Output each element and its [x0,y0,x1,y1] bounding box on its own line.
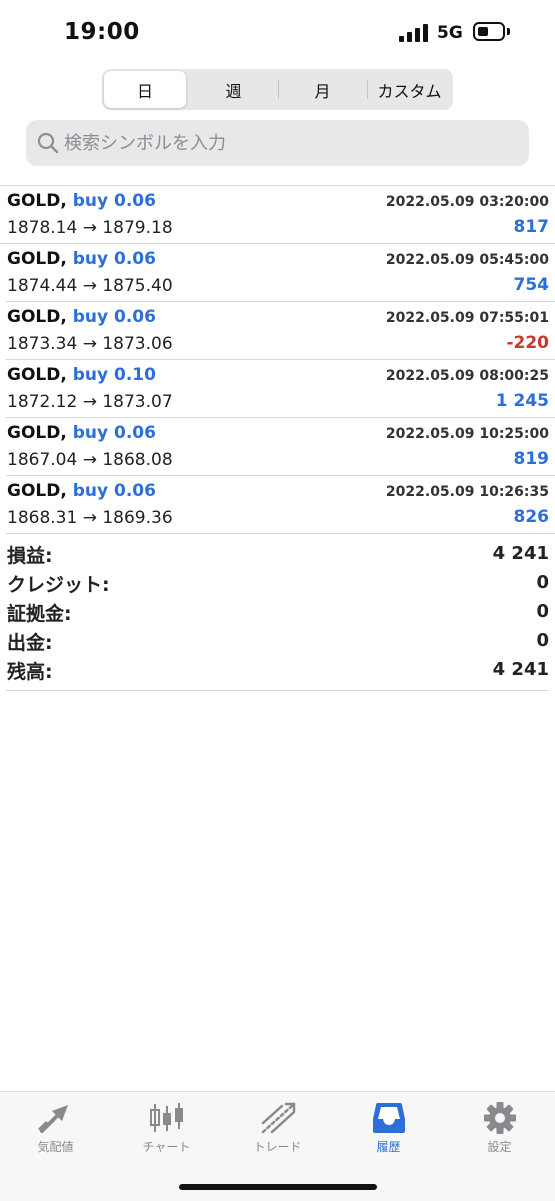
trade-symbol: GOLD, [7,307,67,327]
tab-quotes[interactable]: 気配値 [0,1092,111,1164]
summary-value: 4 241 [492,659,549,680]
search-icon [37,132,59,154]
tab-label: 履歴 [376,1140,401,1154]
summary-value: 0 [536,630,549,651]
trade-row[interactable]: GOLD, buy 0.06 2022.05.09 05:45:00 1874.… [6,244,555,302]
trade-symbol: GOLD, [7,365,67,385]
trade-prices: 1872.12 → 1873.07 [7,392,173,412]
trade-prices: 1867.04 → 1868.08 [7,450,173,470]
tab-label: チャート [142,1140,191,1154]
summary-label: 出金: [7,632,53,654]
gear-icon [484,1102,516,1134]
trade-history-list: GOLD, buy 0.06 2022.05.09 03:20:00 1878.… [0,185,555,534]
trade-datetime: 2022.05.09 10:25:00 [385,426,549,442]
summary-profit-row: 損益: 4 241 [6,538,549,567]
summary-label: 損益: [7,545,53,567]
search-input[interactable] [64,120,514,166]
trade-icon [261,1102,296,1134]
trade-prices: 1878.14 → 1879.18 [7,218,173,238]
trade-prices: 1874.44 → 1875.40 [7,276,173,296]
trade-direction: buy 0.06 [72,307,156,327]
trade-profit: 754 [513,275,550,295]
trade-direction: buy 0.06 [72,423,156,443]
segment-custom[interactable]: カスタム [368,71,451,108]
summary-value: 0 [536,601,549,622]
trade-datetime: 2022.05.09 05:45:00 [385,252,549,268]
history-inbox-icon [373,1103,405,1133]
trade-profit: 817 [513,217,550,237]
trade-direction: buy 0.06 [72,249,156,269]
trade-prices: 1873.34 → 1873.06 [7,334,173,354]
summary-margin-row: 証拠金: 0 [6,596,549,625]
quotes-icon [38,1105,68,1133]
trade-direction: buy 0.10 [72,365,156,385]
summary-label: クレジット: [7,574,110,596]
trade-prices: 1868.31 → 1869.36 [7,508,173,528]
tab-label: 設定 [487,1140,512,1154]
status-time: 19:00 [64,19,140,45]
segment-day[interactable]: 日 [104,71,186,108]
trade-symbol: GOLD, [7,249,67,269]
trade-row[interactable]: GOLD, buy 0.06 2022.05.09 10:26:35 1868.… [6,476,555,534]
tab-chart[interactable]: チャート [111,1092,222,1164]
cellular-signal-icon [399,24,429,42]
network-type: 5G [437,23,463,43]
trade-direction: buy 0.06 [72,191,156,211]
tab-settings[interactable]: 設定 [444,1092,555,1164]
candlestick-chart-icon [150,1103,183,1132]
tab-label: トレード [253,1140,302,1154]
tab-label: 気配値 [37,1140,74,1154]
summary-label: 証拠金: [7,603,72,625]
summary-withdrawal-row: 出金: 0 [6,625,549,654]
trade-profit: 1 245 [495,391,549,411]
battery-icon [473,22,505,41]
trade-profit: -220 [506,333,549,353]
trade-symbol: GOLD, [7,191,67,211]
trade-symbol: GOLD, [7,423,67,443]
account-summary: 損益: 4 241 クレジット: 0 証拠金: 0 出金: 0 残高: 4 24… [6,538,549,691]
segment-week[interactable]: 週 [190,71,277,108]
trade-profit: 819 [513,449,550,469]
summary-value: 0 [536,572,549,593]
symbol-search-bar[interactable] [26,120,529,166]
tab-history[interactable]: 履歴 [333,1092,444,1164]
summary-credit-row: クレジット: 0 [6,567,549,596]
trade-row[interactable]: GOLD, buy 0.06 2022.05.09 07:55:01 1873.… [6,302,555,360]
summary-label: 残高: [7,661,53,683]
tab-trade[interactable]: トレード [222,1092,333,1164]
trade-profit: 826 [513,507,550,527]
segment-month[interactable]: 月 [279,71,366,108]
trade-datetime: 2022.05.09 03:20:00 [385,194,549,210]
summary-balance-row: 残高: 4 241 [6,654,549,683]
trade-row[interactable]: GOLD, buy 0.06 2022.05.09 10:25:00 1867.… [6,418,555,476]
trade-datetime: 2022.05.09 07:55:01 [385,310,549,326]
status-bar: 19:00 5G [0,0,555,66]
summary-value: 4 241 [492,543,549,564]
trade-symbol: GOLD, [7,481,67,501]
trade-direction: buy 0.06 [72,481,156,501]
trade-datetime: 2022.05.09 08:00:25 [385,368,549,384]
trade-datetime: 2022.05.09 10:26:35 [385,484,549,500]
home-indicator [179,1184,377,1190]
trade-row[interactable]: GOLD, buy 0.06 2022.05.09 03:20:00 1878.… [0,186,555,244]
period-segmented-control: 日 週 月 カスタム [102,69,453,110]
trade-row[interactable]: GOLD, buy 0.10 2022.05.09 08:00:25 1872.… [6,360,555,418]
